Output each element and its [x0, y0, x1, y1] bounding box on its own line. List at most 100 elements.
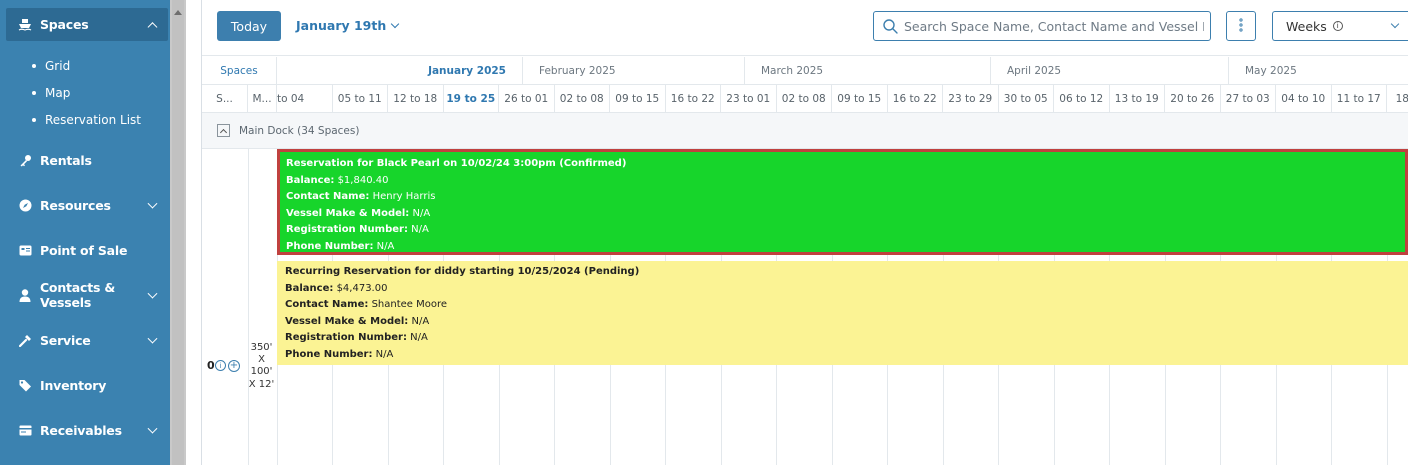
sidebar-subitem-label: Map: [45, 86, 71, 100]
sidebar-subitem-map[interactable]: Map: [32, 86, 70, 100]
spaces-column-header[interactable]: Spaces: [202, 57, 277, 85]
week-column-header[interactable]: 23 to 29: [943, 85, 999, 113]
reservation-title: Recurring Reservation for diddy starting…: [285, 266, 640, 277]
today-button[interactable]: Today: [217, 11, 281, 41]
reservation-registration: Registration Number: N/A: [285, 330, 1408, 347]
week-column-header[interactable]: 20 to 26: [1165, 85, 1221, 113]
field-value: $4,473.00: [336, 282, 388, 294]
field-label: Contact Name:: [285, 299, 369, 311]
reservation-title: Reservation for Black Pearl on 10/02/24 …: [286, 158, 627, 169]
sidebar-item-contacts-vessels[interactable]: Contacts & Vessels: [0, 273, 170, 317]
search-input[interactable]: [904, 18, 1204, 34]
week-column-header[interactable]: 09 to 15: [610, 85, 666, 113]
field-label: Phone Number:: [286, 240, 374, 252]
key-icon: [18, 153, 32, 167]
field-value: Henry Harris: [372, 191, 436, 203]
month-header: March 2025: [744, 57, 990, 85]
week-column-header[interactable]: 19 to 25: [444, 85, 499, 113]
week-column-header[interactable]: 02 to 08: [777, 85, 832, 113]
week-column-header[interactable]: 12 to 18: [388, 85, 444, 113]
sidebar-item-receivables[interactable]: Receivables: [0, 408, 170, 452]
field-label: Phone Number:: [285, 348, 373, 360]
week-column-header[interactable]: to 04: [277, 85, 333, 113]
tags-icon: [18, 378, 32, 392]
week-column-header[interactable]: 13 to 19: [1110, 85, 1165, 113]
sidebar-item-label: Rentals: [40, 152, 92, 168]
week-column-header[interactable]: 02 to 08: [555, 85, 610, 113]
space-number: 0: [207, 359, 215, 372]
sidebar-item-resources[interactable]: Resources: [0, 183, 170, 227]
chevron-down-icon[interactable]: [147, 198, 158, 209]
month-header: February 2025: [522, 57, 744, 85]
field-label: Balance:: [286, 174, 335, 186]
week-column-header[interactable]: 16 to 22: [666, 85, 721, 113]
scrollbar-thumb[interactable]: [172, 0, 184, 465]
reservation-vessel: Vessel Make & Model: N/A: [286, 206, 1405, 223]
week-column-header[interactable]: 09 to 15: [832, 85, 888, 113]
week-column-header[interactable]: 30 to 05: [999, 85, 1054, 113]
person-icon: [18, 288, 32, 302]
week-column-header[interactable]: 06 to 12: [1054, 85, 1110, 113]
field-value: N/A: [376, 240, 395, 252]
field-value: N/A: [411, 224, 429, 236]
info-icon[interactable]: i: [1332, 21, 1343, 31]
reservation-vessel: Vessel Make & Model: N/A: [285, 314, 1408, 331]
week-column-header[interactable]: 23 to 01: [721, 85, 777, 113]
chevron-down-icon[interactable]: [147, 423, 158, 434]
scroll-up-arrow-icon[interactable]: [174, 10, 182, 15]
week-column-header[interactable]: 26 to 01: [499, 85, 555, 113]
search-icon: [883, 19, 898, 38]
group-header-row: Main Dock (34 Spaces): [202, 113, 1408, 149]
sidebar-item-inventory[interactable]: Inventory: [0, 363, 170, 407]
reservation-block-confirmed[interactable]: Reservation for Black Pearl on 10/02/24 …: [277, 149, 1408, 255]
sidebar: Spaces Grid Map Reservation List Rentals…: [0, 0, 170, 465]
field-label: Vessel Make & Model:: [285, 315, 409, 327]
vertical-dots-icon: [1239, 17, 1243, 36]
space-name-column-header[interactable]: S...: [202, 85, 248, 113]
sidebar-item-service[interactable]: Service: [0, 318, 170, 362]
sidebar-item-label: Receivables: [40, 422, 122, 438]
measure-column-header[interactable]: M...: [248, 85, 277, 113]
reservation-grid: 0 i + 350' X 100' X 12' Reservation for …: [202, 149, 1408, 465]
space-row-meta: 0 i + 350' X 100' X 12': [202, 149, 277, 465]
field-label: Registration Number:: [285, 332, 407, 344]
sidebar-subitem-reservation-list[interactable]: Reservation List: [32, 113, 141, 127]
info-icon[interactable]: i: [215, 360, 226, 371]
search-box[interactable]: [873, 11, 1211, 41]
date-label: January 19th: [296, 18, 387, 33]
week-column-header[interactable]: 27 to 03: [1221, 85, 1276, 113]
content-gutter: [186, 0, 202, 465]
reservation-block-pending[interactable]: Recurring Reservation for diddy starting…: [277, 261, 1408, 365]
week-column-header[interactable]: 04 to 10: [1276, 85, 1332, 113]
view-mode-select[interactable]: Weeks i: [1272, 11, 1408, 41]
week-column-header[interactable]: 05 to 11: [333, 85, 388, 113]
reservation-phone: Phone Number: N/A: [285, 347, 1408, 364]
calendar-toolbar: Today January 19th Weeks i: [202, 0, 1408, 56]
more-options-button[interactable]: [1226, 11, 1256, 41]
space-dimensions: 350' X 100' X 12': [248, 342, 275, 390]
date-picker[interactable]: January 19th: [296, 18, 400, 33]
week-column-header[interactable]: 16 to 22: [888, 85, 943, 113]
chevron-up-icon[interactable]: [147, 21, 158, 32]
reservation-registration: Registration Number: N/A: [286, 222, 1405, 239]
add-icon[interactable]: +: [228, 360, 240, 372]
compass-icon: [18, 198, 32, 212]
sidebar-item-rentals[interactable]: Rentals: [0, 138, 170, 182]
field-value: Shantee Moore: [371, 299, 448, 311]
week-column-header[interactable]: 18 to 2: [1387, 85, 1408, 113]
chevron-down-icon: [1390, 19, 1400, 29]
chevron-down-icon[interactable]: [147, 333, 158, 344]
sidebar-item-label: Service: [40, 332, 91, 348]
collapse-group-button[interactable]: [217, 124, 230, 137]
field-value: N/A: [410, 332, 428, 344]
sidebar-subitem-grid[interactable]: Grid: [32, 59, 70, 73]
sidebar-item-point-of-sale[interactable]: Point of Sale: [0, 228, 170, 272]
ship-icon: [18, 18, 32, 32]
reservation-contact: Contact Name: Shantee Moore: [285, 297, 1408, 314]
sidebar-item-spaces[interactable]: Spaces: [6, 8, 168, 41]
sidebar-scrollbar[interactable]: [170, 0, 186, 465]
week-column-header[interactable]: 11 to 17: [1332, 85, 1387, 113]
pos-icon: [18, 243, 32, 257]
field-value: N/A: [412, 207, 431, 219]
field-value: N/A: [411, 315, 430, 327]
